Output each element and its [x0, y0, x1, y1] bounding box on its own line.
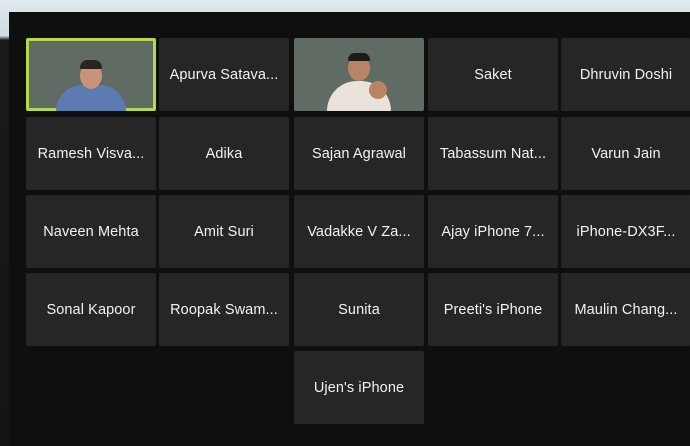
participant-tile[interactable]: Ajay iPhone 7... — [428, 195, 558, 268]
participant-tile[interactable]: Sunita — [294, 273, 424, 346]
participant-tile[interactable]: Naveen Mehta — [26, 195, 156, 268]
participant-tile[interactable]: Tabassum Nat... — [428, 117, 558, 190]
participant-name: Maulin Chang... — [574, 301, 678, 318]
participant-video-tile[interactable] — [294, 38, 424, 111]
participant-name: Dhruvin Doshi — [579, 66, 673, 83]
participant-tile[interactable]: Adika — [159, 117, 289, 190]
participant-name: Ajay iPhone 7... — [441, 223, 545, 240]
participant-tile[interactable]: Maulin Chang... — [561, 273, 690, 346]
participant-tile[interactable]: Saket — [428, 38, 558, 111]
participant-tile[interactable]: iPhone-DX3F... — [561, 195, 690, 268]
participant-video-tile[interactable] — [26, 38, 156, 111]
participant-name: Ramesh Visva... — [37, 145, 145, 162]
participant-hair — [348, 53, 370, 61]
participant-tile[interactable]: Amit Suri — [159, 195, 289, 268]
participant-name: Amit Suri — [194, 223, 254, 240]
participant-tile[interactable]: Apurva Satava... — [159, 38, 289, 111]
participant-name: Preeti's iPhone — [443, 301, 543, 318]
participant-name: Sunita — [338, 301, 380, 318]
participant-name: Adika — [205, 145, 243, 162]
participant-name: Sonal Kapoor — [46, 301, 136, 318]
participant-name: Naveen Mehta — [43, 223, 139, 240]
participant-name: Ujen's iPhone — [313, 379, 405, 396]
participant-name: Apurva Satava... — [169, 66, 279, 83]
participant-tile[interactable]: Vadakke V Za... — [294, 195, 424, 268]
participant-name: Roopak Swam... — [170, 301, 278, 318]
participant-name: Sajan Agrawal — [312, 145, 406, 162]
participant-tile[interactable]: Roopak Swam... — [159, 273, 289, 346]
participant-name: iPhone-DX3F... — [576, 223, 676, 240]
participant-tile[interactable]: Preeti's iPhone — [428, 273, 558, 346]
participant-tile[interactable]: Varun Jain — [561, 117, 690, 190]
participant-tile[interactable]: Ramesh Visva... — [26, 117, 156, 190]
participant-hair — [80, 60, 102, 69]
participant-tile[interactable]: Dhruvin Doshi — [561, 38, 690, 111]
participant-tile[interactable]: Sajan Agrawal — [294, 117, 424, 190]
participant-tile[interactable]: Ujen's iPhone — [294, 351, 424, 424]
participant-name: Varun Jain — [591, 145, 661, 162]
participant-name: Vadakke V Za... — [307, 223, 411, 240]
participant-tile[interactable]: Sonal Kapoor — [26, 273, 156, 346]
participant-name: Tabassum Nat... — [439, 145, 547, 162]
participant-name: Saket — [474, 66, 512, 83]
